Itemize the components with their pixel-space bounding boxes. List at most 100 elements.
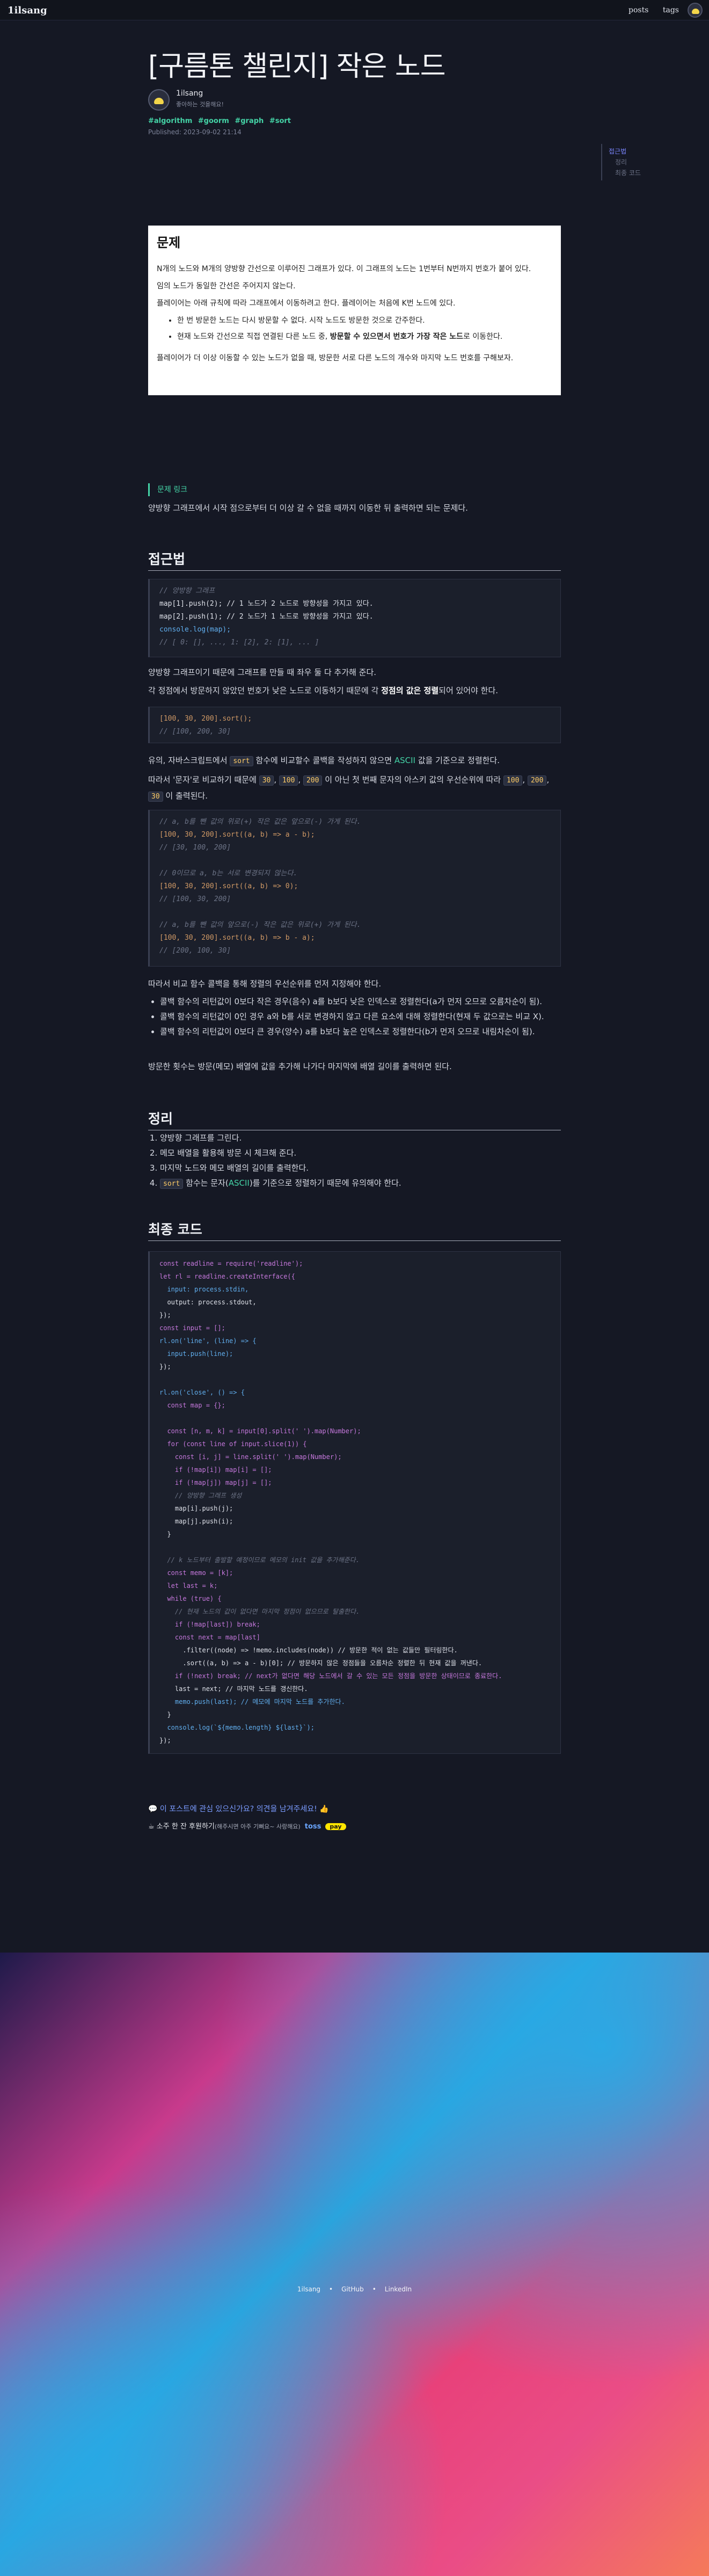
list-item: 한 번 방문한 노드는 다시 방문할 수 없다. 시작 노드도 방문한 것으로 …	[177, 315, 552, 326]
code-block: [100, 30, 200].sort(); // [100, 200, 30]	[148, 707, 561, 743]
code-line: last = next; // 마지막 노드를 갱신한다.	[159, 1685, 308, 1693]
top-navigation-bar: 1ilsang posts tags	[0, 0, 709, 20]
kakaopay-button[interactable]: pay	[325, 1823, 346, 1830]
code-line: // 양방향 그래프 생성	[159, 1492, 242, 1499]
section-heading-final-code: 최종 코드	[148, 1219, 561, 1241]
paragraph: 방문한 횟수는 방문(메모) 배열에 값을 추가해 나가다 마지막에 배열 길이…	[148, 1062, 452, 1071]
paragraph: 양방향 그래프이기 때문에 그래프를 만들 때 좌우 둘 다 추가해 준다.	[148, 667, 377, 677]
problem-link[interactable]: 문제 링크	[157, 485, 187, 494]
code-line: const map = {};	[159, 1402, 225, 1409]
page-title: [구름톤 챌린지] 작은 노드	[148, 50, 446, 83]
problem-heading: 문제	[157, 235, 181, 250]
code-line: map[j].push(i);	[159, 1518, 233, 1525]
code-line: });	[159, 1363, 171, 1370]
code-line: if (!map[i]) map[i] = [];	[159, 1466, 272, 1474]
code-line: input: process.stdin,	[159, 1286, 249, 1293]
thumbs-up-icon: 👍	[317, 1805, 329, 1813]
code-line: // 현재 노드의 값이 없다면 마지막 정점이 없으므로 탈출한다.	[159, 1608, 360, 1615]
section-heading-approach: 접근법	[148, 549, 561, 571]
code-line: if (!map[last]) break;	[159, 1621, 260, 1628]
tag-link[interactable]: #goorm	[198, 117, 229, 125]
code-line: memo.push(last); // 메모에 마지막 노드를 추가한다.	[159, 1698, 345, 1706]
problem-paragraph: 임의 노드가 동일한 간선은 주어지지 않는다.	[157, 282, 296, 291]
code-line: const input = [];	[159, 1324, 225, 1332]
footer-link-home[interactable]: 1ilsang	[297, 2285, 320, 2293]
support-row: ☕ 소주 한 잔 후원하기(해주시면 아주 기뻐요~ 사랑해요) toss pay	[148, 1820, 346, 1831]
code-line: if (!next) break; // next가 없다면 해당 노드에서 갈…	[159, 1672, 502, 1680]
tag-list: #algorithm #goorm #graph #sort	[148, 117, 561, 125]
code-line: let last = k;	[159, 1582, 218, 1590]
coffee-icon: ☕	[148, 1823, 157, 1831]
problem-paragraph: N개의 노드와 M개의 양방향 간선으로 이루어진 그래프가 있다. 이 그래프…	[157, 265, 531, 273]
table-of-contents: 접근법 정리 최종 코드	[601, 144, 641, 180]
problem-statement-card: 문제 N개의 노드와 M개의 양방향 간선으로 이루어진 그래프가 있다. 이 …	[148, 226, 561, 395]
list-item: 콜백 함수의 리턴값이 0보다 작은 경우(음수) a를 b보다 낮은 인덱스로…	[160, 995, 561, 1008]
code-line: for (const line of input.slice(1)) {	[159, 1440, 307, 1448]
summary-list: 양방향 그래프를 그린다. 메모 배열을 활용해 방문 시 체크해 준다. 마지…	[148, 1131, 561, 1192]
toss-button[interactable]: toss	[305, 1823, 321, 1831]
list-item: 콜백 함수의 리턴값이 0인 경우 a와 b를 서로 변경하지 않고 다른 요소…	[160, 1010, 561, 1024]
code-line: });	[159, 1311, 171, 1319]
intro-paragraph: 양방향 그래프에서 시작 점으로부터 더 이상 갈 수 없을 때까지 이동한 뒤…	[148, 503, 468, 513]
code-line: });	[159, 1737, 171, 1744]
code-line: rl.on('close', () => {	[159, 1389, 245, 1396]
footer-link-linkedin[interactable]: LinkedIn	[385, 2285, 412, 2293]
tag-link[interactable]: #algorithm	[148, 117, 192, 125]
toc-item-summary[interactable]: 정리	[609, 157, 641, 168]
toc-item-approach[interactable]: 접근법	[609, 146, 641, 157]
nav-posts-link[interactable]: posts	[628, 6, 648, 14]
main-nav: posts tags	[617, 6, 679, 14]
code-line: const next = map[last]	[159, 1634, 260, 1641]
code-line: console.log(`${memo.length} ${last}`);	[159, 1724, 315, 1731]
toc-item-final-code[interactable]: 최종 코드	[609, 168, 641, 178]
problem-paragraph: 플레이어가 더 이상 이동할 수 있는 노드가 없을 때, 방문한 서로 다른 …	[157, 354, 514, 362]
footer-link-github[interactable]: GitHub	[341, 2285, 364, 2293]
nav-tags-link[interactable]: tags	[663, 6, 679, 14]
problem-link-quote: 문제 링크	[148, 483, 561, 496]
paragraph: 따라서 비교 함수 콜백을 통해 정렬의 우선순위를 먼저 지정해야 한다.	[148, 979, 382, 989]
footer-gradient-background	[0, 1953, 709, 2576]
code-line: output: process.stdout,	[159, 1298, 257, 1306]
section-heading-summary: 정리	[148, 1108, 561, 1130]
author-bio: 좋아하는 것을해요!	[176, 101, 224, 108]
article-header: [구름톤 챌린지] 작은 노드 1ilsang 좋아하는 것을해요! #algo…	[148, 49, 561, 136]
list-item: sort 함수는 문자(ASCII)를 기준으로 정렬하기 때문에 유의해야 한…	[160, 1176, 561, 1191]
list-item: 마지막 노드와 메모 배열의 길이를 출력한다.	[160, 1161, 561, 1175]
site-footer: 1ilsang • GitHub • LinkedIn	[297, 2285, 412, 2293]
code-block: // 양방향 그래프 map[1].push(2); // 1 노드가 2 노드…	[148, 579, 561, 657]
code-line: // k 노드부터 출발할 예정이므로 메모의 init 값을 추가해준다.	[159, 1556, 360, 1564]
author-avatar[interactable]	[148, 89, 170, 111]
list-item: 현재 노드와 간선으로 직접 연결된 다른 노드 중, 방문할 수 있으면서 번…	[177, 331, 552, 342]
list-item: 양방향 그래프를 그린다.	[160, 1131, 561, 1145]
problem-rules-list: 한 번 방문한 노드는 다시 방문할 수 없다. 시작 노드도 방문한 것으로 …	[177, 315, 552, 342]
code-line: const memo = [k];	[159, 1569, 233, 1577]
list-item: 메모 배열을 활용해 방문 시 체크해 준다.	[160, 1146, 561, 1160]
paragraph: 따라서 '문자'로 비교하기 때문에 30, 100, 200 이 아닌 첫 번…	[148, 775, 550, 802]
author-name[interactable]: 1ilsang	[176, 89, 203, 98]
tag-link[interactable]: #graph	[235, 117, 264, 125]
final-code-block: const readline = require('readline'); le…	[148, 1251, 561, 1754]
paragraph: 각 정점에서 방문하지 않았던 번호가 낮은 노드로 이동하기 때문에 각 정점…	[148, 686, 499, 695]
code-line: if (!map[j]) map[j] = [];	[159, 1479, 272, 1486]
code-line: .sort((a, b) => a - b)[0]; // 방문하지 않은 정점…	[159, 1659, 483, 1667]
code-line: rl.on('line', (line) => {	[159, 1337, 257, 1345]
feedback-link[interactable]: 💬 이 포스트에 관심 있으신가요? 의견을 남겨주세요! 👍	[148, 1803, 329, 1814]
code-line: const [n, m, k] = input[0].split(' ').ma…	[159, 1427, 361, 1435]
chat-icon: 💬	[148, 1805, 160, 1813]
comparator-rules-list: 콜백 함수의 리턴값이 0보다 작은 경우(음수) a를 b보다 낮은 인덱스로…	[148, 995, 561, 1040]
site-brand-link[interactable]: 1ilsang	[8, 5, 47, 16]
author-card: 1ilsang 좋아하는 것을해요!	[148, 87, 561, 111]
code-line: while (true) {	[159, 1595, 222, 1602]
support-link[interactable]: 소주 한 잔 후원하기	[157, 1823, 215, 1831]
code-block: // a, b를 뺀 값의 위로(+) 작은 값은 앞으로(-) 가게 된다. …	[148, 810, 561, 967]
list-item: 콜백 함수의 리턴값이 0보다 큰 경우(양수) a를 b보다 높은 인덱스로 …	[160, 1025, 561, 1039]
tag-link[interactable]: #sort	[269, 117, 291, 125]
code-line: let rl = readline.createInterface({	[159, 1273, 295, 1280]
code-line: }	[159, 1711, 171, 1718]
profile-avatar[interactable]	[688, 3, 703, 18]
paragraph: 유의, 자바스크립트에서 sort 함수에 비교할수 콜백을 작성하지 않으면 …	[148, 756, 500, 766]
code-line: const readline = require('readline');	[159, 1260, 303, 1267]
published-date: Published: 2023-09-02 21:14	[148, 128, 242, 136]
code-line: const [i, j] = line.split(' ').map(Numbe…	[159, 1453, 342, 1461]
problem-paragraph: 플레이어는 아래 규칙에 따라 그래프에서 이동하려고 한다. 플레이어는 처음…	[157, 299, 456, 308]
